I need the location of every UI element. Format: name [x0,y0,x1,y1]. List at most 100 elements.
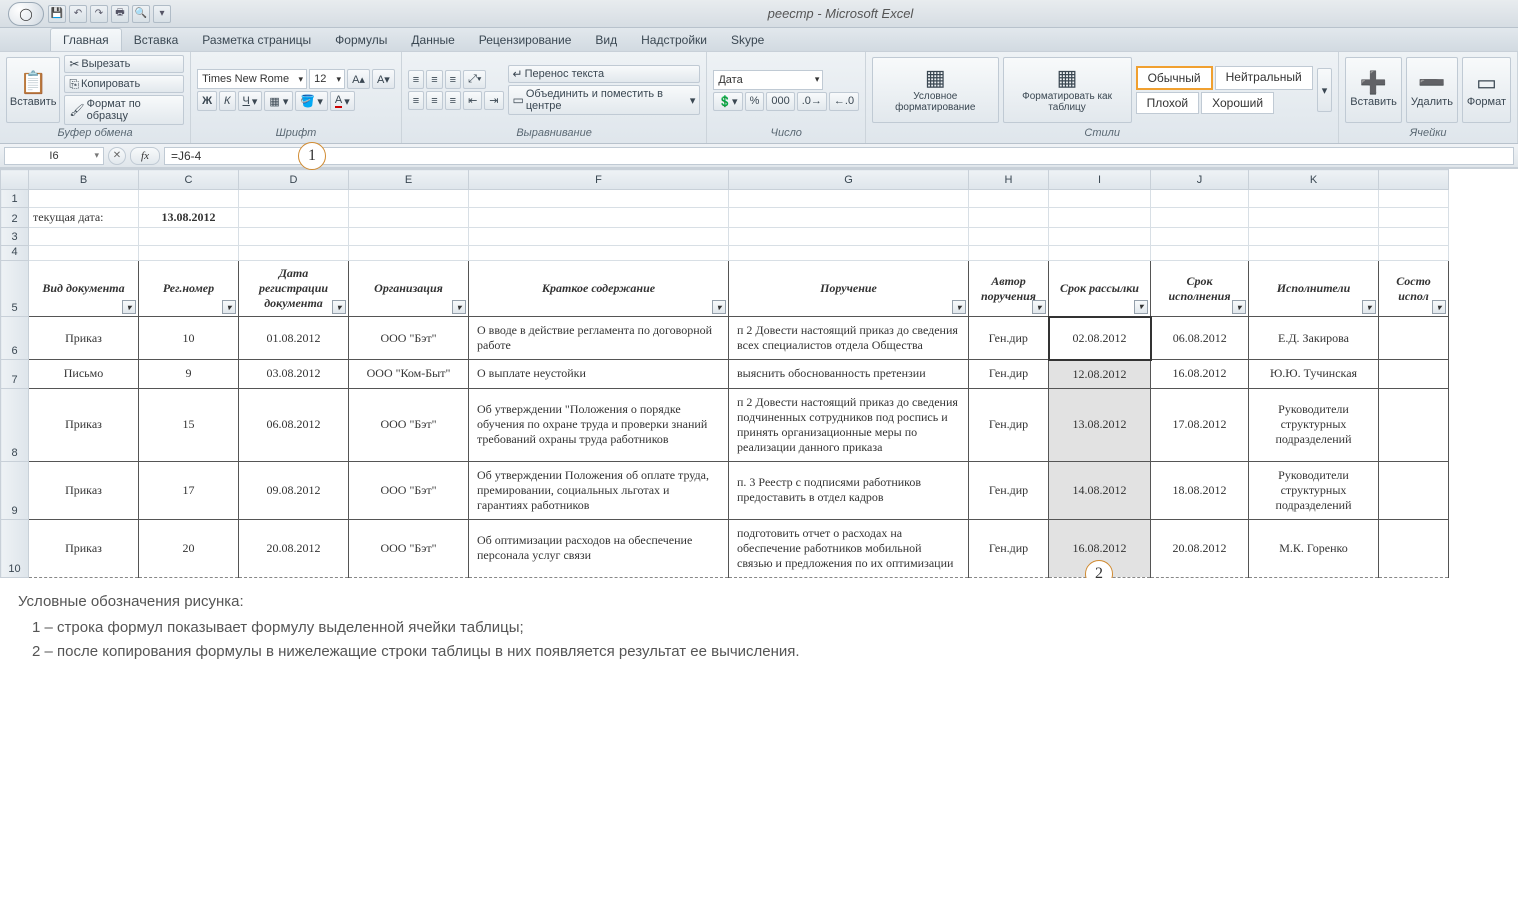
cell-K9[interactable]: Руководители структурных подразделений [1249,461,1379,519]
cell-I9[interactable]: 14.08.2012 [1049,461,1151,519]
qat-more[interactable]: ▾ [153,5,171,23]
cell-E10[interactable]: ООО "Бэт" [349,519,469,577]
cell-H9[interactable]: Ген.дир [969,461,1049,519]
table-header-6[interactable]: Автор поручения▾ [969,261,1049,317]
inc-decimal-button[interactable]: .0→ [797,92,827,111]
cell-J6[interactable]: 06.08.2012 [1151,317,1249,360]
cell[interactable] [239,228,349,246]
row-header-3[interactable]: 3 [1,228,29,246]
cell-F7[interactable]: О выплате неустойки [469,360,729,389]
table-header-0[interactable]: Вид документа▾ [29,261,139,317]
qat-redo[interactable]: ↷ [90,5,108,23]
filter-icon[interactable]: ▾ [1232,300,1246,314]
col-header-B[interactable]: B [29,170,139,190]
font-name-select[interactable]: Times New Romе [197,69,307,89]
cell-F8[interactable]: Об утверждении "Положения о порядке обуч… [469,388,729,461]
cell-E9[interactable]: ООО "Бэт" [349,461,469,519]
cell-D10[interactable]: 20.08.2012 [239,519,349,577]
filter-icon[interactable]: ▾ [1432,300,1446,314]
cell-I6[interactable]: 02.08.2012 [1049,317,1151,360]
col-header-K[interactable]: K [1249,170,1379,190]
font-color-button[interactable]: A▾ [330,91,355,111]
cell-E7[interactable]: ООО "Ком-Быт" [349,360,469,389]
qat-preview[interactable]: 🔍 [132,5,150,23]
cell[interactable] [349,228,469,246]
cell-C2[interactable]: 13.08.2012 [139,208,239,228]
filter-icon[interactable]: ▾ [1032,300,1046,314]
cell[interactable] [1379,519,1449,577]
table-header-8[interactable]: Срок исполнения▾ [1151,261,1249,317]
number-format-select[interactable]: Дата [713,70,823,90]
insert-cells-button[interactable]: ➕Вставить [1345,57,1402,123]
cell[interactable] [1151,208,1249,228]
cell-B6[interactable]: Приказ [29,317,139,360]
tab-page-layout[interactable]: Разметка страницы [190,29,323,51]
cut-button[interactable]: ✂Вырезать [64,55,184,73]
filter-icon[interactable]: ▾ [122,300,136,314]
cancel-formula-button[interactable]: ✕ [108,147,126,165]
col-header-C[interactable]: C [139,170,239,190]
cell[interactable] [1151,246,1249,261]
tab-review[interactable]: Рецензирование [467,29,584,51]
cell-F9[interactable]: Об утверждении Положения об оплате труда… [469,461,729,519]
row-header-8[interactable]: 8 [1,388,29,461]
cell[interactable] [1379,228,1449,246]
cell-G9[interactable]: п. 3 Реестр с подписями работников предо… [729,461,969,519]
cell-G10[interactable]: подготовить отчет о расходах на обеспече… [729,519,969,577]
row-header-10[interactable]: 10 [1,519,29,577]
bold-button[interactable]: Ж [197,91,217,111]
cell-H7[interactable]: Ген.дир [969,360,1049,389]
cell[interactable] [469,246,729,261]
cell[interactable] [1249,228,1379,246]
cell-D6[interactable]: 01.08.2012 [239,317,349,360]
styles-more-button[interactable]: ▾ [1317,68,1333,112]
col-header-E[interactable]: E [349,170,469,190]
cell-H6[interactable]: Ген.дир [969,317,1049,360]
percent-button[interactable]: % [745,92,765,111]
cell[interactable] [139,246,239,261]
cell-E6[interactable]: ООО "Бэт" [349,317,469,360]
cell[interactable] [349,190,469,208]
cell[interactable] [1379,317,1449,360]
cell[interactable] [1151,228,1249,246]
format-table-button[interactable]: ▦Форматировать как таблицу [1003,57,1132,123]
cell[interactable] [139,228,239,246]
col-header-D[interactable]: D [239,170,349,190]
cell[interactable] [1049,190,1151,208]
align-top-button[interactable]: ≡ [408,70,424,89]
align-center-button[interactable]: ≡ [426,91,442,110]
cell[interactable] [969,228,1049,246]
cell-K10[interactable]: М.К. Горенко [1249,519,1379,577]
cell-B8[interactable]: Приказ [29,388,139,461]
table-header-3[interactable]: Организация▾ [349,261,469,317]
underline-button[interactable]: Ч ▾ [238,91,263,111]
italic-button[interactable]: К [219,91,235,111]
cell-K7[interactable]: Ю.Ю. Тучинская [1249,360,1379,389]
cell-D7[interactable]: 03.08.2012 [239,360,349,389]
cell[interactable] [969,208,1049,228]
cell-K6[interactable]: Е.Д. Закирова [1249,317,1379,360]
row-header-7[interactable]: 7 [1,360,29,389]
cell-D8[interactable]: 06.08.2012 [239,388,349,461]
cell[interactable] [729,190,969,208]
cell-J9[interactable]: 18.08.2012 [1151,461,1249,519]
table-header-5[interactable]: Поручение▾ [729,261,969,317]
cell-G7[interactable]: выяснить обоснованность претензии [729,360,969,389]
cell[interactable] [469,190,729,208]
table-header-10[interactable]: Состо испол▾ [1379,261,1449,317]
table-header-7[interactable]: Срок рассылки▾ [1049,261,1151,317]
cell[interactable] [1379,246,1449,261]
cell-J10[interactable]: 20.08.2012 [1151,519,1249,577]
cell[interactable] [969,190,1049,208]
qat-undo[interactable]: ↶ [69,5,87,23]
cell[interactable] [1249,208,1379,228]
cell[interactable] [1379,360,1449,389]
cell-B10[interactable]: Приказ [29,519,139,577]
indent-inc-button[interactable]: ⇥ [484,91,503,110]
cell[interactable] [1249,190,1379,208]
cell-G8[interactable]: п 2 Довести настоящий приказ до сведения… [729,388,969,461]
cell-C10[interactable]: 20 [139,519,239,577]
filter-icon[interactable]: ▾ [1134,300,1148,314]
cell-G6[interactable]: п 2 Довести настоящий приказ до сведения… [729,317,969,360]
cell-J8[interactable]: 17.08.2012 [1151,388,1249,461]
